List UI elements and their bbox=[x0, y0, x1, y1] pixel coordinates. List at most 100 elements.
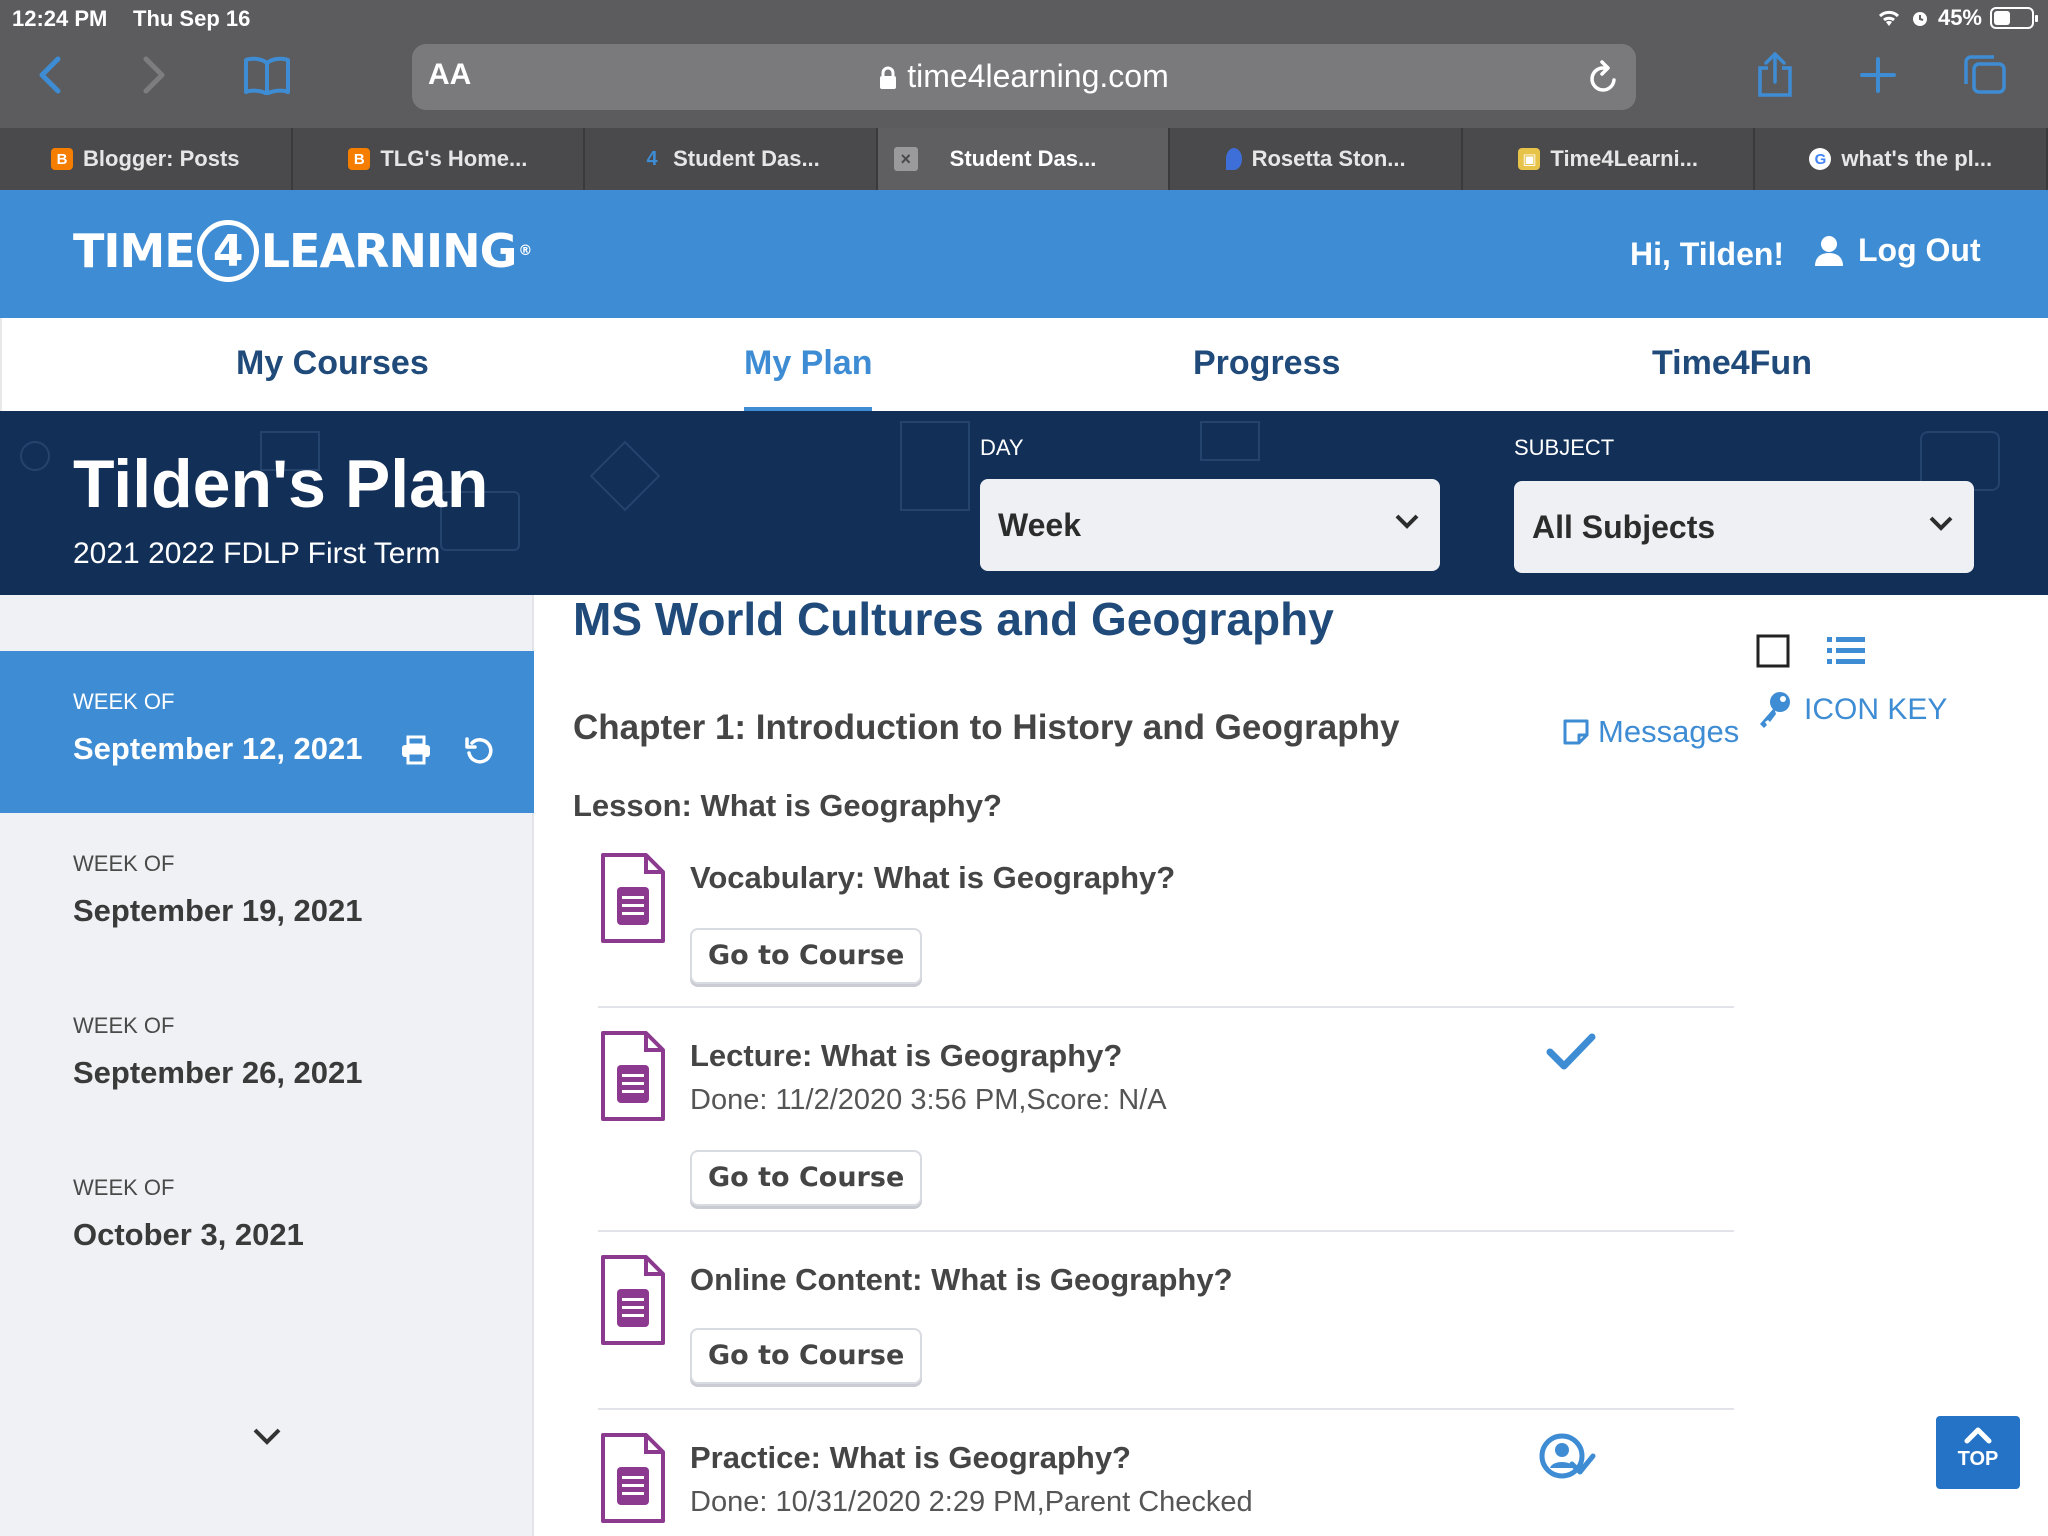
logo-text-left: TIME bbox=[73, 224, 196, 278]
activity-title: Online Content: What is Geography? bbox=[690, 1262, 1233, 1297]
activity-title: Lecture: What is Geography? bbox=[690, 1038, 1123, 1073]
go-to-course-button[interactable]: Go to Course bbox=[690, 1328, 923, 1384]
icon-key-button[interactable]: ICON KEY bbox=[1756, 690, 1947, 730]
reload-icon[interactable] bbox=[1586, 56, 1622, 96]
nav-my-plan[interactable]: My Plan bbox=[744, 344, 873, 412]
banner-pattern bbox=[900, 421, 970, 511]
address-bar[interactable]: AA time4learning.com bbox=[412, 44, 1636, 110]
tab-label: Student Das... bbox=[673, 146, 820, 171]
browser-tab-blogger[interactable]: B Blogger: Posts bbox=[0, 128, 293, 190]
week-label: WEEK OF bbox=[73, 1175, 175, 1200]
go-to-course-button[interactable]: Go to Course bbox=[690, 928, 923, 984]
checkbox-view-icon[interactable] bbox=[1756, 634, 1790, 668]
week-label: WEEK OF bbox=[73, 851, 175, 876]
parent-checked-icon bbox=[1539, 1433, 1596, 1479]
activity-done-status: Done: 10/31/2020 2:29 PM,Parent Checked bbox=[690, 1486, 1253, 1518]
site-header: TIME 4 LEARNING ® Hi, Tilden! Log Out bbox=[0, 190, 2048, 318]
url-value: time4learning.com bbox=[907, 58, 1169, 94]
tab-label: Blogger: Posts bbox=[83, 146, 240, 171]
browser-tab-tlg-home[interactable]: B TLG's Home... bbox=[293, 128, 586, 190]
activity-item: Vocabulary: What is Geography? Go to Cou… bbox=[598, 848, 1734, 1006]
week-item-active[interactable]: WEEK OF September 12, 2021 bbox=[0, 651, 534, 813]
time4learning-icon: 4 bbox=[646, 147, 658, 170]
tab-label: Student Das... bbox=[949, 146, 1097, 171]
battery-icon bbox=[1990, 7, 2038, 29]
url-text[interactable]: time4learning.com bbox=[412, 58, 1636, 95]
back-to-top-button[interactable]: TOP bbox=[1936, 1416, 2020, 1489]
activity-item: Lecture: What is Geography? Done: 11/2/2… bbox=[598, 1006, 1734, 1230]
go-to-course-button[interactable]: Go to Course bbox=[690, 1150, 923, 1206]
chevron-down-icon bbox=[1395, 514, 1419, 529]
logo-clock-four: 4 bbox=[196, 220, 259, 282]
messages-link[interactable]: Messages bbox=[1562, 714, 1739, 750]
tabs-icon bbox=[1964, 55, 2006, 94]
back-button[interactable] bbox=[14, 40, 84, 110]
browser-tab-student-dashboard[interactable]: 4 Student Das... bbox=[585, 128, 878, 190]
subject-select[interactable]: All Subjects bbox=[1514, 481, 1974, 573]
logo-registered: ® bbox=[518, 243, 532, 259]
day-select-value: Week bbox=[998, 507, 1082, 543]
plan-banner: Tilden's Plan 2021 2022 FDLP First Term … bbox=[0, 411, 2048, 595]
week-item[interactable]: WEEK OF October 3, 2021 bbox=[0, 1137, 534, 1299]
messages-label: Messages bbox=[1598, 714, 1740, 749]
day-filter-label: DAY bbox=[980, 435, 1024, 460]
banner-pattern bbox=[1200, 421, 1260, 461]
nav-my-courses[interactable]: My Courses bbox=[236, 344, 429, 383]
nav-progress[interactable]: Progress bbox=[1193, 344, 1340, 383]
battery-percent: 45% bbox=[1937, 5, 1982, 30]
status-right: 45% bbox=[1876, 5, 2038, 31]
browser-tab-time4learning-image[interactable]: ▣ Time4Learni... bbox=[1463, 128, 1756, 190]
document-icon bbox=[601, 1255, 665, 1345]
list-view-icon[interactable] bbox=[1826, 634, 1866, 668]
subject-filter-label: SUBJECT bbox=[1514, 435, 1615, 460]
logo-text-right: LEARNING bbox=[260, 224, 518, 278]
activity-item: Practice: What is Geography? Done: 10/31… bbox=[598, 1408, 1734, 1536]
blogger-icon: B bbox=[51, 148, 74, 170]
tab-label: what's the pl... bbox=[1841, 146, 1993, 171]
top-label: TOP bbox=[1957, 1448, 1999, 1470]
chevron-up-icon bbox=[1964, 1427, 1992, 1444]
check-icon bbox=[1546, 1033, 1596, 1070]
lock-icon bbox=[880, 66, 897, 89]
close-icon[interactable]: × bbox=[893, 147, 918, 171]
time4learning-logo[interactable]: TIME 4 LEARNING ® bbox=[73, 220, 532, 282]
main-nav: My Courses My Plan Progress Time4Fun bbox=[0, 318, 2048, 412]
forward-button[interactable] bbox=[120, 40, 190, 110]
nav-time4fun[interactable]: Time4Fun bbox=[1652, 344, 1812, 383]
chevron-left-icon bbox=[39, 56, 61, 94]
week-sidebar: WEEK OF September 12, 2021 WEEK OF Septe… bbox=[0, 595, 534, 1536]
logout-button[interactable]: Log Out bbox=[1814, 232, 1981, 269]
week-item[interactable]: WEEK OF September 26, 2021 bbox=[0, 975, 534, 1137]
browser-tab-student-dashboard-active[interactable]: × Student Das... bbox=[877, 128, 1171, 190]
activity-title: Practice: What is Geography? bbox=[690, 1440, 1131, 1475]
tabs-overview-button[interactable] bbox=[1950, 40, 2020, 110]
week-item[interactable]: WEEK OF September 19, 2021 bbox=[0, 813, 534, 975]
document-icon bbox=[601, 853, 665, 943]
note-icon bbox=[1563, 719, 1589, 745]
new-tab-button[interactable] bbox=[1843, 40, 1913, 110]
chapter-title: Chapter 1: Introduction to History and G… bbox=[573, 708, 1400, 747]
status-time: 12:24 PM bbox=[12, 6, 108, 31]
key-icon bbox=[1760, 692, 1790, 728]
logout-label: Log Out bbox=[1858, 232, 1981, 268]
reset-icon[interactable] bbox=[464, 735, 496, 767]
icon-key-label: ICON KEY bbox=[1804, 693, 1948, 726]
week-label: WEEK OF bbox=[73, 1013, 175, 1038]
image-icon: ▣ bbox=[1518, 148, 1541, 170]
wifi-icon bbox=[1878, 10, 1899, 26]
share-icon bbox=[1758, 52, 1792, 97]
chevron-right-icon bbox=[143, 56, 165, 94]
browser-tab-google[interactable]: G what's the pl... bbox=[1755, 128, 2048, 190]
bookmarks-button[interactable] bbox=[232, 40, 302, 110]
activity-title: Vocabulary: What is Geography? bbox=[690, 860, 1176, 895]
plus-icon bbox=[1860, 57, 1896, 93]
course-title: MS World Cultures and Geography bbox=[573, 593, 1334, 645]
day-select[interactable]: Week bbox=[980, 479, 1440, 571]
week-date: September 19, 2021 bbox=[73, 893, 363, 928]
chevron-down-icon[interactable] bbox=[250, 1425, 284, 1447]
browser-tab-rosetta[interactable]: Rosetta Ston... bbox=[1170, 128, 1463, 190]
status-bar: 12:24 PM Thu Sep 16 45% bbox=[0, 0, 2048, 36]
tab-strip: B Blogger: Posts B TLG's Home... 4 Stude… bbox=[0, 128, 2048, 190]
print-icon[interactable] bbox=[400, 735, 432, 765]
share-button[interactable] bbox=[1740, 40, 1810, 110]
